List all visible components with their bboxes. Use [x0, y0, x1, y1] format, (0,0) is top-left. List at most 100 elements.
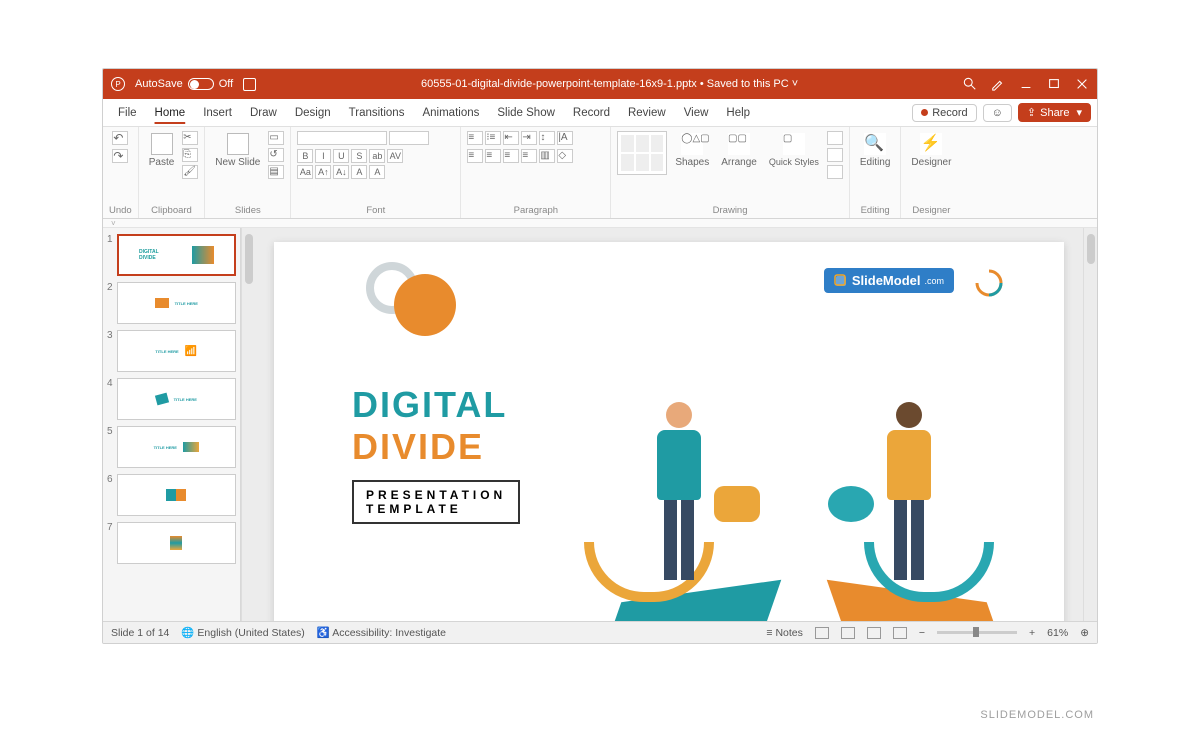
normal-view-button[interactable] [815, 627, 829, 639]
tab-review[interactable]: Review [619, 99, 675, 126]
plug-right [828, 486, 874, 522]
slide-thumb-2[interactable]: TITLE HERE [117, 282, 236, 324]
indent-inc-button[interactable]: ⇥ [521, 131, 537, 145]
autosave-control[interactable]: AutoSave Off [135, 78, 233, 90]
paste-button[interactable]: Paste [145, 131, 179, 170]
justify-button[interactable]: ≡ [521, 149, 537, 163]
record-button[interactable]: Record [912, 104, 976, 122]
new-slide-button[interactable]: New Slide [211, 131, 264, 170]
arrange-button[interactable]: ▢▢Arrange [717, 131, 761, 170]
format-painter-button[interactable]: 🖌 [182, 165, 198, 179]
designer-button[interactable]: ⚡Designer [907, 131, 955, 170]
minimize-icon[interactable] [1019, 77, 1033, 91]
tab-draw[interactable]: Draw [241, 99, 286, 126]
autosave-toggle[interactable] [188, 78, 214, 90]
search-icon[interactable] [963, 77, 977, 91]
slide-thumb-4[interactable]: TITLE HERE [117, 378, 236, 420]
columns-button[interactable]: ▥ [539, 149, 555, 163]
font-color-button[interactable]: A [369, 165, 385, 179]
shapes-button[interactable]: ◯△▢Shapes [671, 131, 713, 170]
thumbnail-scrollbar[interactable] [241, 228, 255, 621]
strikethrough-button[interactable]: S [351, 149, 367, 163]
slide-thumb-3[interactable]: TITLE HERE📶 [117, 330, 236, 372]
slide-canvas[interactable]: SlideModel.com DIGITAL DIVIDE PRESENTATI… [274, 242, 1064, 621]
slideshow-view-button[interactable] [893, 627, 907, 639]
pen-icon[interactable] [991, 77, 1005, 91]
editing-button[interactable]: 🔍Editing [856, 131, 895, 170]
fit-to-window-button[interactable]: ⊕ [1080, 627, 1089, 639]
indent-dec-button[interactable]: ⇤ [503, 131, 519, 145]
thumbnail-pane[interactable]: 1DIGITALDIVIDE 2TITLE HERE 3TITLE HERE📶 … [103, 228, 241, 621]
smartart-button[interactable]: ◇ [557, 149, 573, 163]
tab-design[interactable]: Design [286, 99, 340, 126]
ribbon-collapse-button[interactable]: ˅ [103, 219, 1097, 228]
share-button[interactable]: ⇪Share▾ [1018, 103, 1091, 122]
grow-font-button[interactable]: A↑ [315, 165, 331, 179]
tab-animations[interactable]: Animations [413, 99, 488, 126]
text-direction-button[interactable]: |A [557, 131, 573, 145]
font-size-select[interactable] [389, 131, 429, 145]
bold-button[interactable]: B [297, 149, 313, 163]
bullets-button[interactable]: ≡ [467, 131, 483, 145]
highlight-button[interactable]: A [351, 165, 367, 179]
language-button[interactable]: 🌐 English (United States) [181, 626, 304, 639]
paste-icon [151, 133, 173, 155]
cut-button[interactable]: ✂ [182, 131, 198, 145]
zoom-slider[interactable] [937, 631, 1017, 634]
tab-insert[interactable]: Insert [194, 99, 241, 126]
line-spacing-button[interactable]: ↕ [539, 131, 555, 145]
slide-thumb-7[interactable] [117, 522, 236, 564]
reading-view-button[interactable] [867, 627, 881, 639]
slide-counter[interactable]: Slide 1 of 14 [111, 627, 169, 639]
tab-file[interactable]: File [109, 99, 146, 126]
ribbon-group-font: B I U S ab AV Aa A↑ A↓ A A Font [291, 127, 461, 218]
reset-button[interactable]: ↺ [268, 148, 284, 162]
slide-thumb-5[interactable]: TITLE HERE [117, 426, 236, 468]
zoom-level[interactable]: 61% [1047, 627, 1068, 639]
underline-button[interactable]: U [333, 149, 349, 163]
tab-slideshow[interactable]: Slide Show [488, 99, 564, 126]
canvas-scrollbar[interactable] [1083, 228, 1097, 621]
tab-help[interactable]: Help [717, 99, 759, 126]
align-center-button[interactable]: ≡ [485, 149, 501, 163]
tab-view[interactable]: View [675, 99, 718, 126]
save-icon[interactable] [243, 78, 256, 91]
close-icon[interactable] [1075, 77, 1089, 91]
italic-button[interactable]: I [315, 149, 331, 163]
align-right-button[interactable]: ≡ [503, 149, 519, 163]
tab-home[interactable]: Home [146, 99, 195, 126]
ribbon-label-undo: Undo [109, 205, 132, 216]
zoom-in-button[interactable]: + [1029, 627, 1035, 639]
accessibility-button[interactable]: ♿ Accessibility: Investigate [317, 626, 446, 639]
shape-outline-button[interactable] [827, 148, 843, 162]
zoom-out-button[interactable]: − [919, 627, 925, 639]
copy-button[interactable]: ⎘ [182, 148, 198, 162]
tab-record[interactable]: Record [564, 99, 619, 126]
case-button[interactable]: Aa [297, 165, 313, 179]
shapes-gallery[interactable] [617, 131, 667, 175]
spacing-button[interactable]: AV [387, 149, 403, 163]
redo-button[interactable]: ↷ [112, 149, 128, 163]
slide-illustration [594, 352, 1014, 621]
slide-thumb-1[interactable]: DIGITALDIVIDE [117, 234, 236, 276]
ribbon-group-paragraph: ≡ ⁝≡ ⇤ ⇥ ↕ |A ≡ ≡ ≡ ≡ ▥ ◇ Paragraph [461, 127, 611, 218]
comments-button[interactable]: ☺ [983, 104, 1012, 122]
logo-mark-icon [834, 274, 848, 288]
layout-button[interactable]: ▭ [268, 131, 284, 145]
font-family-select[interactable] [297, 131, 387, 145]
maximize-icon[interactable] [1047, 77, 1061, 91]
slide-thumb-6[interactable] [117, 474, 236, 516]
ribbon-group-editing: 🔍Editing Editing [850, 127, 902, 218]
section-button[interactable]: ▤ [268, 165, 284, 179]
numbering-button[interactable]: ⁝≡ [485, 131, 501, 145]
quick-styles-button[interactable]: ▢Quick Styles [765, 131, 823, 169]
shape-fill-button[interactable] [827, 131, 843, 145]
align-left-button[interactable]: ≡ [467, 149, 483, 163]
sorter-view-button[interactable] [841, 627, 855, 639]
notes-button[interactable]: ≡ Notes [766, 627, 802, 639]
undo-button[interactable]: ↶ [112, 131, 128, 145]
shrink-font-button[interactable]: A↓ [333, 165, 349, 179]
tab-transitions[interactable]: Transitions [340, 99, 414, 126]
shadow-button[interactable]: ab [369, 149, 385, 163]
shape-effects-button[interactable] [827, 165, 843, 179]
